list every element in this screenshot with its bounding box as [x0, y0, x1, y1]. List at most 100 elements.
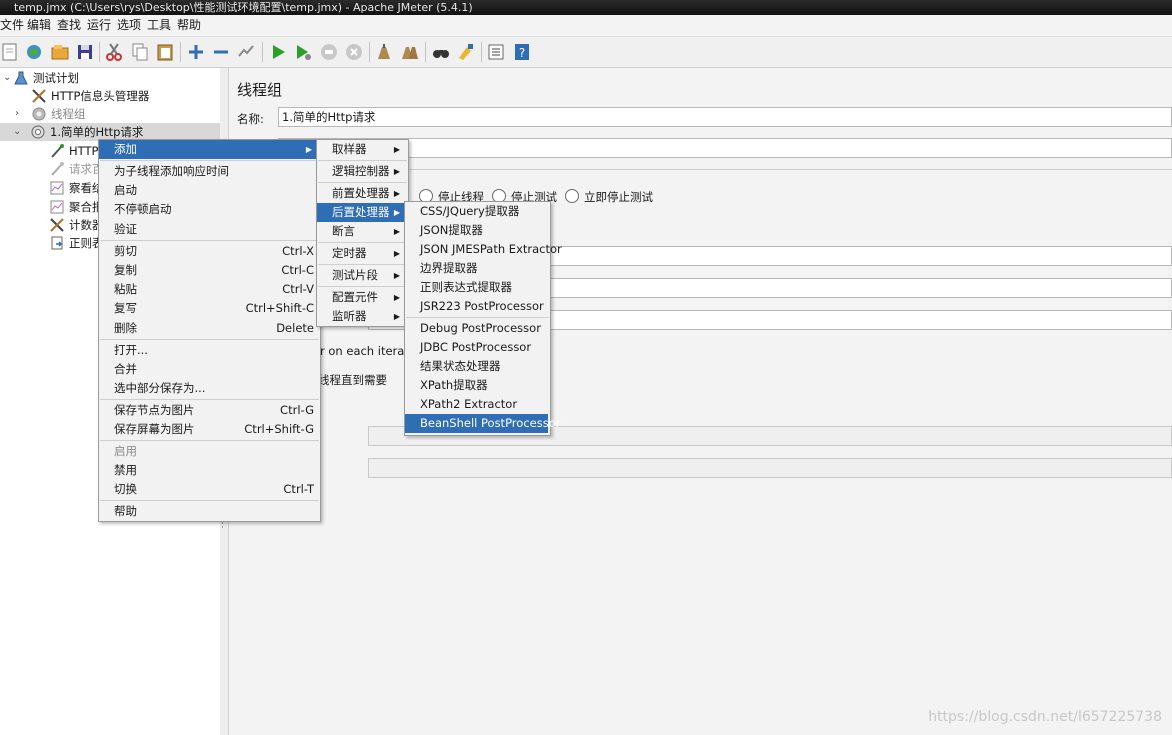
- toolbar-separator: [262, 42, 263, 62]
- menu-item-add[interactable]: 添加 ▶: [99, 140, 318, 159]
- menu-item-start-no-pause[interactable]: 不停顿启动: [99, 200, 318, 219]
- submenu-item-boundary-extractor[interactable]: 边界提取器: [405, 259, 548, 278]
- submenu-item-jsr223-postprocessor[interactable]: JSR223 PostProcessor: [405, 297, 548, 316]
- submenu-item-xpath-extractor[interactable]: XPath提取器: [405, 376, 548, 395]
- collapse-arrow-icon[interactable]: ⌄: [3, 69, 11, 87]
- menu-item-copy[interactable]: 复制 Ctrl-C: [99, 261, 318, 280]
- copy-icon[interactable]: [130, 42, 150, 62]
- reset-search-icon[interactable]: [456, 42, 476, 62]
- name-field[interactable]: 1.简单的Http请求: [278, 107, 1172, 127]
- menu-item-enable[interactable]: 启用: [99, 442, 318, 461]
- menu-item-save-screen-image[interactable]: 保存屏幕为图片 Ctrl+Shift-G: [99, 420, 318, 439]
- post-processor-submenu: CSS/JQuery提取器 JSON提取器 JSON JMESPath Extr…: [404, 201, 562, 436]
- submenu-item-post-processor[interactable]: 后置处理器 ▶: [317, 203, 406, 222]
- svg-text:?: ?: [519, 46, 525, 60]
- paste-icon[interactable]: [155, 42, 175, 62]
- menu-item-start[interactable]: 启动: [99, 181, 318, 200]
- radio-stop-test-now[interactable]: [565, 189, 579, 203]
- menu-separator: [318, 242, 407, 243]
- menu-search[interactable]: 查找: [57, 18, 81, 33]
- menu-item-cut[interactable]: 剪切 Ctrl-X: [99, 242, 318, 261]
- window-title: temp.jmx (C:\Users\rys\Desktop\性能测试环境配置\…: [14, 1, 473, 14]
- submenu-item-jdbc-postprocessor[interactable]: JDBC PostProcessor: [405, 338, 548, 357]
- submenu-item-pre-processor[interactable]: 前置处理器 ▶: [317, 184, 406, 203]
- submenu-item-assertion[interactable]: 断言 ▶: [317, 222, 406, 241]
- menu-item-delete[interactable]: 删除 Delete: [99, 319, 318, 338]
- cut-icon[interactable]: [104, 42, 124, 62]
- toolbar-separator: [481, 42, 482, 62]
- menu-help[interactable]: 帮助: [177, 18, 201, 33]
- menu-item-help[interactable]: 帮助: [99, 502, 318, 521]
- menu-item-save-node-image[interactable]: 保存节点为图片 Ctrl-G: [99, 401, 318, 420]
- submenu-item-css-jquery-extractor[interactable]: CSS/JQuery提取器: [405, 202, 548, 221]
- submenu-item-listener[interactable]: 监听器 ▶: [317, 307, 406, 326]
- submenu-item-logic-controller[interactable]: 逻辑控制器 ▶: [317, 162, 406, 181]
- save-icon[interactable]: [75, 42, 95, 62]
- sampler-pipette-icon: [49, 143, 65, 159]
- menu-item-add-think-time[interactable]: 为子线程添加响应时间: [99, 162, 318, 181]
- menu-item-open[interactable]: 打开...: [99, 341, 318, 360]
- test-plan-icon: [13, 70, 29, 86]
- context-menu: 添加 ▶ 为子线程添加响应时间 启动 不停顿启动 验证 剪切 Ctrl-X 复制 Ct…: [98, 139, 321, 522]
- menu-item-disable[interactable]: 禁用: [99, 461, 318, 480]
- watermark: https://blog.csdn.net/l657225738: [928, 709, 1162, 725]
- toolbar-separator: [369, 42, 370, 62]
- menu-item-validate[interactable]: 验证: [99, 220, 318, 239]
- submenu-item-timer[interactable]: 定时器 ▶: [317, 244, 406, 263]
- menu-run[interactable]: 运行: [87, 18, 111, 33]
- expand-plus-icon[interactable]: [186, 42, 206, 62]
- open-folder-icon[interactable]: [50, 42, 70, 62]
- tree-item-header-manager[interactable]: HTTP信息头管理器: [0, 87, 220, 105]
- start-icon[interactable]: [268, 42, 288, 62]
- tree-item-label: HTTPi: [69, 144, 102, 158]
- submenu-item-regex-extractor[interactable]: 正则表达式提取器: [405, 278, 548, 297]
- stop-icon[interactable]: [319, 42, 339, 62]
- menu-separator: [100, 240, 319, 241]
- submenu-item-sampler[interactable]: 取样器 ▶: [317, 140, 406, 159]
- menu-edit[interactable]: 编辑: [27, 18, 51, 33]
- new-file-icon[interactable]: [0, 42, 20, 62]
- tree-item-test-plan[interactable]: ⌄ 测试计划: [0, 69, 220, 87]
- menu-separator: [318, 160, 407, 161]
- submenu-item-config-element[interactable]: 配置元件 ▶: [317, 288, 406, 307]
- expand-arrow-icon[interactable]: ›: [15, 105, 19, 123]
- menu-item-paste[interactable]: 粘贴 Ctrl-V: [99, 280, 318, 299]
- shutdown-icon[interactable]: [344, 42, 364, 62]
- submenu-item-json-jmespath-extractor[interactable]: JSON JMESPath Extractor: [405, 240, 562, 259]
- startup-delay-field[interactable]: [368, 458, 1172, 478]
- regex-extractor-icon: [49, 235, 65, 251]
- submenu-item-test-fragment[interactable]: 测试片段 ▶: [317, 266, 406, 285]
- start-no-pause-icon[interactable]: [293, 42, 313, 62]
- submenu-item-xpath2-extractor[interactable]: XPath2 Extractor: [405, 395, 548, 414]
- function-helper-icon[interactable]: [486, 42, 506, 62]
- menu-bar: 文件 编辑 查找 运行 选项 工具 帮助: [0, 15, 1172, 37]
- help-icon[interactable]: ?: [512, 42, 532, 62]
- menu-tools[interactable]: 工具: [147, 18, 171, 33]
- menu-file[interactable]: 文件: [0, 18, 24, 33]
- toolbar-separator: [425, 42, 426, 62]
- submenu-item-json-extractor[interactable]: JSON提取器: [405, 221, 548, 240]
- toolbar-separator: [99, 42, 100, 62]
- menu-item-save-selection-as[interactable]: 选中部分保存为...: [99, 379, 318, 398]
- submenu-item-debug-postprocessor[interactable]: Debug PostProcessor: [405, 319, 548, 338]
- search-binoculars-icon[interactable]: [431, 42, 451, 62]
- listener-chart-icon: [49, 180, 65, 196]
- clear-icon[interactable]: [374, 42, 394, 62]
- templates-icon[interactable]: [24, 42, 44, 62]
- thread-group-icon: [31, 106, 47, 122]
- listener-chart-icon: [49, 199, 65, 215]
- submenu-item-beanshell-postprocessor[interactable]: BeanShell PostProcessor: [405, 414, 560, 433]
- menu-item-merge[interactable]: 合并: [99, 360, 318, 379]
- clear-all-icon[interactable]: [400, 42, 420, 62]
- menu-item-duplicate[interactable]: 复写 Ctrl+Shift-C: [99, 299, 318, 318]
- menu-options[interactable]: 选项: [117, 18, 141, 33]
- toolbar: ?: [0, 37, 1172, 68]
- toggle-icon[interactable]: [236, 42, 256, 62]
- menu-item-toggle[interactable]: 切换 Ctrl-T: [99, 480, 318, 499]
- collapse-arrow-icon[interactable]: ⌄: [13, 123, 21, 141]
- collapse-minus-icon[interactable]: [211, 42, 231, 62]
- submenu-item-result-status-handler[interactable]: 结果状态处理器: [405, 357, 548, 376]
- tree-item-thread-group-disabled[interactable]: › 线程组: [0, 105, 220, 123]
- comments-field[interactable]: [278, 138, 1172, 158]
- counter-tools-icon: [49, 217, 65, 233]
